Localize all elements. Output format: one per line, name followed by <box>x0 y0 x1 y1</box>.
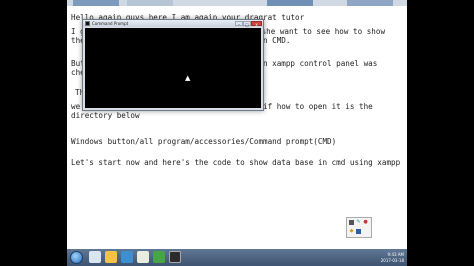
taskbar-app-icon[interactable] <box>153 251 165 263</box>
doc-line: directory below <box>71 111 140 120</box>
taskbar-app-icon[interactable] <box>89 251 101 263</box>
taskbar-notepad-icon[interactable] <box>137 251 149 263</box>
maximize-button[interactable]: □ <box>243 21 251 27</box>
command-prompt-window[interactable]: Command Prompt – □ x ▲ <box>82 19 264 111</box>
clock-date[interactable]: 2017-03-18 <box>381 258 404 263</box>
screen-area: Hello again guys here I am again your dr… <box>67 0 407 266</box>
cmd-icon <box>85 21 90 26</box>
doc-line: Let's start now and here's the code to s… <box>71 158 401 167</box>
mouse-cursor-icon: ▲ <box>185 74 191 82</box>
tray-app-icon[interactable]: ✎ <box>356 220 361 225</box>
doc-line: if how to open it is the <box>263 102 373 111</box>
tray-app-icon[interactable]: ● <box>363 220 368 225</box>
close-button[interactable]: x <box>251 21 262 27</box>
taskbar: 9:43 AM 2017-03-18 <box>67 249 407 266</box>
cmd-title: Command Prompt <box>92 21 129 26</box>
minimize-button[interactable]: – <box>235 21 243 27</box>
cmd-console[interactable]: ▲ <box>85 28 261 108</box>
taskbar-browser-icon[interactable] <box>121 251 133 263</box>
doc-line: n xampp control panel was <box>263 59 378 68</box>
tray-overflow-popup: ✎ ● ◆ <box>346 217 372 238</box>
doc-line: /she want to see how to show <box>257 27 386 36</box>
system-tray: 9:43 AM 2017-03-18 <box>349 249 407 266</box>
taskbar-cmd-icon[interactable] <box>169 251 181 263</box>
doc-line: n CMD. <box>263 36 291 45</box>
tray-app-icon[interactable] <box>356 229 361 234</box>
start-button[interactable] <box>70 251 83 264</box>
doc-line: Windows button/all program/accessories/C… <box>71 137 337 146</box>
taskbar-folder-icon[interactable] <box>105 251 117 263</box>
clock-time[interactable]: 9:43 AM <box>388 252 404 257</box>
tray-app-icon[interactable] <box>349 220 354 225</box>
cmd-titlebar[interactable]: Command Prompt – □ x <box>83 20 263 27</box>
tray-app-icon[interactable]: ◆ <box>349 229 354 234</box>
